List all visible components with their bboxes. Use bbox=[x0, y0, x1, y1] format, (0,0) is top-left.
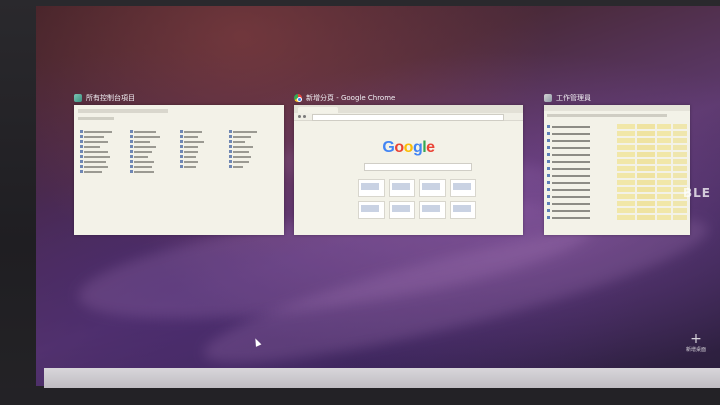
window-title: 所有控制台項目 bbox=[86, 94, 135, 102]
desktop-wallpaper: 所有控制台項目 新增分頁 - Google Chrome Google 工作管理… bbox=[36, 6, 720, 386]
task-manager-icon bbox=[544, 94, 552, 102]
window-thumbnail[interactable] bbox=[544, 105, 690, 235]
control-panel-icon bbox=[74, 94, 82, 102]
background-window-text: BLE bbox=[683, 186, 711, 200]
window-thumbnail[interactable]: Google bbox=[294, 105, 523, 235]
window-title: 工作管理員 bbox=[556, 94, 591, 102]
taskbar bbox=[44, 368, 720, 388]
window-title: 新增分頁 - Google Chrome bbox=[306, 94, 396, 102]
window-thumbnail[interactable] bbox=[74, 105, 284, 235]
chrome-icon bbox=[294, 94, 302, 102]
monitor-bottom-bezel bbox=[0, 388, 720, 405]
new-desktop-button[interactable]: + 新增桌面 bbox=[678, 332, 714, 353]
window-header: 工作管理員 bbox=[544, 91, 591, 105]
most-visited-tiles bbox=[358, 179, 476, 219]
window-header: 新增分頁 - Google Chrome bbox=[294, 91, 395, 105]
plus-icon: + bbox=[690, 331, 702, 347]
window-header: 所有控制台項目 bbox=[74, 91, 135, 105]
google-search-box bbox=[364, 163, 472, 171]
new-desktop-label: 新增桌面 bbox=[685, 347, 706, 353]
google-logo: Google bbox=[382, 139, 435, 156]
